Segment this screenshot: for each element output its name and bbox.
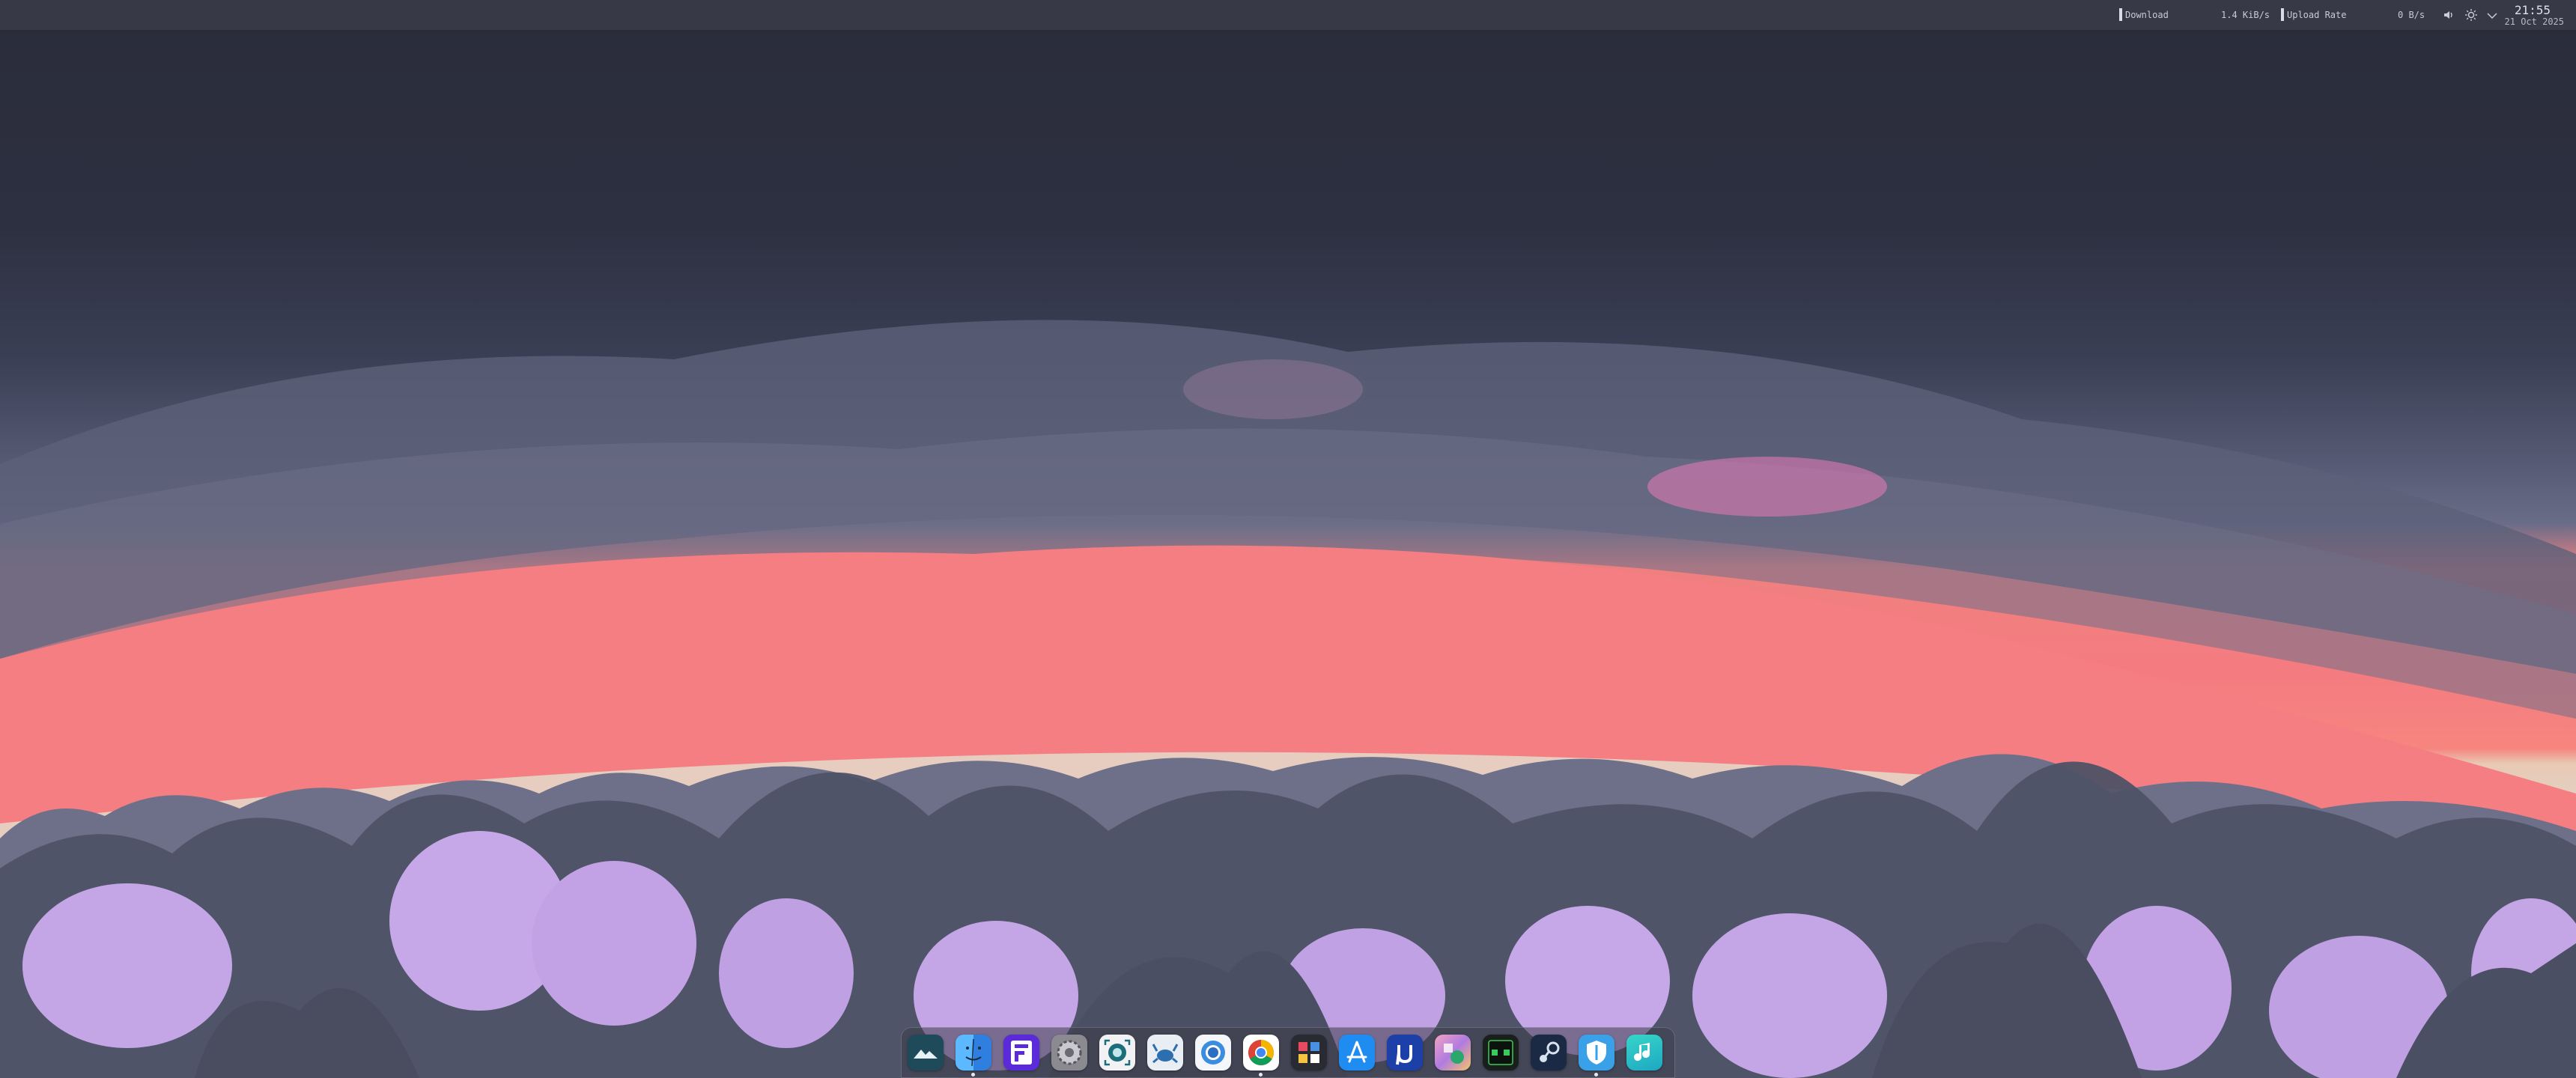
clock-date[interactable]: 21 Oct 2025	[2505, 16, 2564, 27]
upload-graph-icon	[2281, 8, 2284, 21]
desktop-wallpaper	[0, 0, 2576, 1078]
wallpaper-art	[0, 320, 2576, 1078]
screenshot-app-icon[interactable]	[1099, 1035, 1135, 1071]
system-settings-icon[interactable]	[1051, 1035, 1087, 1071]
clock-time[interactable]: 21:55	[2515, 3, 2551, 17]
chevron-down-icon[interactable]	[2485, 7, 2500, 22]
chrome-icon[interactable]	[1243, 1035, 1279, 1071]
activity-monitor-icon[interactable]	[1483, 1035, 1519, 1071]
crab-app-icon[interactable]	[1147, 1035, 1183, 1071]
dock	[901, 1027, 1675, 1078]
music-icon[interactable]	[1626, 1035, 1662, 1071]
chromium-icon[interactable]	[1195, 1035, 1231, 1071]
finder-running-indicator	[971, 1073, 975, 1077]
volume-icon[interactable]	[2441, 7, 2456, 22]
chrome-running-indicator	[1259, 1073, 1263, 1077]
raycast-icon[interactable]	[1291, 1035, 1327, 1071]
mountain-app-icon[interactable]	[908, 1035, 944, 1071]
download-rate[interactable]: 1.4 KiB/s	[2221, 10, 2270, 20]
brightness-icon[interactable]	[2464, 7, 2479, 22]
bbedit-app-icon[interactable]	[1435, 1035, 1471, 1071]
steam-icon[interactable]	[1531, 1035, 1567, 1071]
vpn-running-indicator	[1594, 1073, 1598, 1077]
finder-icon[interactable]	[956, 1035, 991, 1071]
download-graph-icon	[2119, 8, 2122, 21]
upload-rate[interactable]: 0 B/s	[2398, 10, 2425, 20]
app-store-icon[interactable]	[1339, 1035, 1375, 1071]
fleet-app-icon[interactable]	[1003, 1035, 1039, 1071]
download-label[interactable]: Download	[2125, 10, 2169, 20]
menu-bar: Download 1.4 KiB/s Upload Rate 0 B/s 21:…	[0, 0, 2576, 31]
upload-label[interactable]: Upload Rate	[2287, 10, 2346, 20]
vpn-shield-icon[interactable]	[1579, 1035, 1614, 1071]
utorrent-icon[interactable]	[1387, 1035, 1423, 1071]
